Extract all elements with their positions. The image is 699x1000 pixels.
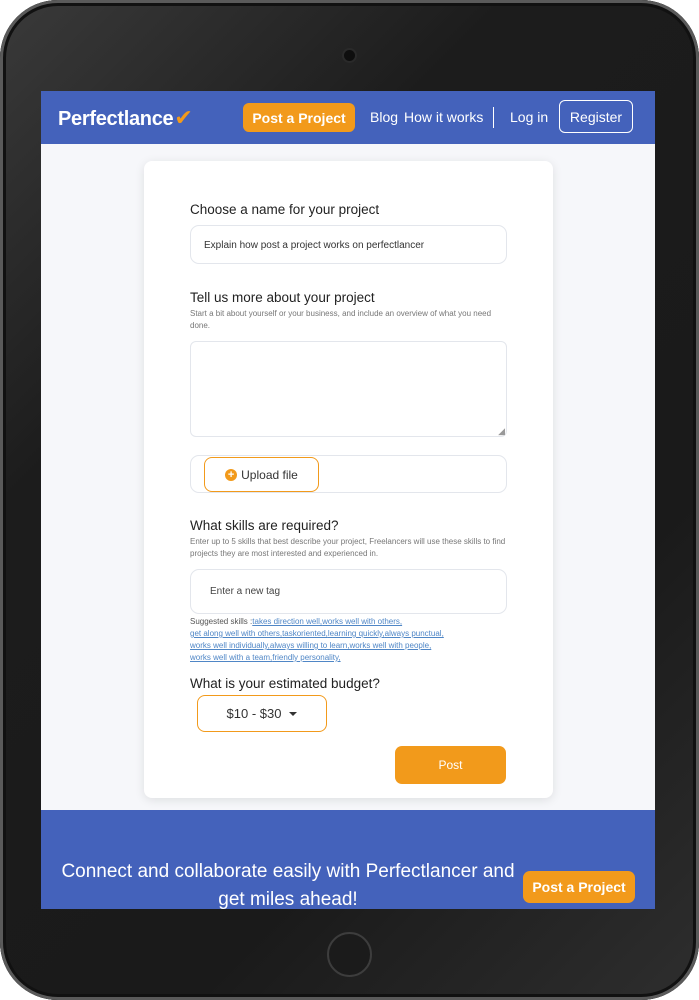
nav-link-blog[interactable]: Blog: [370, 109, 398, 125]
tablet-frame: Perfectlance✔ Post a Project Blog How it…: [0, 0, 699, 1000]
home-button[interactable]: [327, 932, 372, 977]
nav-divider: [493, 107, 494, 128]
project-name-value: Explain how post a project works on perf…: [204, 240, 425, 251]
skill-link[interactable]: works well individually,: [190, 641, 270, 650]
camera-icon: [344, 50, 355, 61]
navbar: Perfectlance✔ Post a Project Blog How it…: [41, 91, 655, 144]
skill-link[interactable]: learning quickly,: [328, 629, 385, 638]
app-screen: Perfectlance✔ Post a Project Blog How it…: [41, 91, 655, 909]
skill-link[interactable]: always willing to learn,: [270, 641, 350, 650]
skill-link[interactable]: works well with people,: [349, 641, 431, 650]
project-name-label: Choose a name for your project: [190, 202, 380, 217]
register-button[interactable]: Register: [559, 100, 633, 133]
skill-link[interactable]: always punctual,: [385, 629, 444, 638]
skills-hint: Enter up to 5 skills that best describe …: [190, 537, 506, 558]
budget-label: What is your estimated budget?: [190, 676, 380, 691]
project-details-label: Tell us more about your project: [190, 290, 375, 305]
budget-value: $10 - $30: [226, 706, 282, 721]
post-project-form: Choose a name for your project Explain h…: [144, 161, 553, 798]
skill-link[interactable]: works well with others,: [322, 617, 402, 626]
login-link[interactable]: Log in: [510, 109, 548, 125]
banner-text: Connect and collaborate easily with Perf…: [61, 861, 515, 909]
upload-file-button[interactable]: + Upload file: [204, 457, 319, 492]
resize-handle-icon[interactable]: ◢: [498, 427, 505, 436]
suggested-skills-prefix: Suggested skills :: [190, 617, 253, 626]
project-details-textarea[interactable]: ◢: [190, 341, 507, 437]
nav-post-project-button[interactable]: Post a Project: [243, 103, 355, 132]
logo[interactable]: Perfectlance✔: [58, 105, 193, 131]
post-button[interactable]: Post: [395, 746, 506, 784]
skill-link[interactable]: takes direction well,: [252, 617, 322, 626]
banner-post-project-button[interactable]: Post a Project: [523, 871, 635, 903]
plus-circle-icon: +: [225, 468, 238, 481]
upload-area: + Upload file: [190, 455, 507, 493]
project-details-hint: Start a bit about yourself or your busin…: [190, 309, 492, 330]
cta-banner: Connect and collaborate easily with Perf…: [41, 810, 655, 909]
tag-input-placeholder: Enter a new tag: [210, 586, 281, 597]
suggested-skills: Suggested skills :takes direction well,w…: [190, 616, 510, 664]
budget-dropdown[interactable]: $10 - $30: [197, 695, 327, 732]
skills-label: What skills are required?: [190, 518, 339, 533]
tag-input[interactable]: Enter a new tag: [190, 569, 507, 614]
upload-file-label: Upload file: [241, 467, 298, 482]
checkmark-icon: ✔: [174, 105, 193, 130]
skill-link[interactable]: friendly personality,: [272, 653, 340, 662]
nav-link-how-it-works[interactable]: How it works: [404, 109, 483, 125]
skill-link[interactable]: taskoriented,: [282, 629, 328, 638]
project-name-input[interactable]: Explain how post a project works on perf…: [190, 225, 507, 264]
skill-link[interactable]: get along well with others,: [190, 629, 282, 638]
skill-link[interactable]: works well with a team,: [190, 653, 272, 662]
caret-down-icon: [289, 711, 298, 716]
logo-text: Perfectlance: [58, 108, 174, 130]
